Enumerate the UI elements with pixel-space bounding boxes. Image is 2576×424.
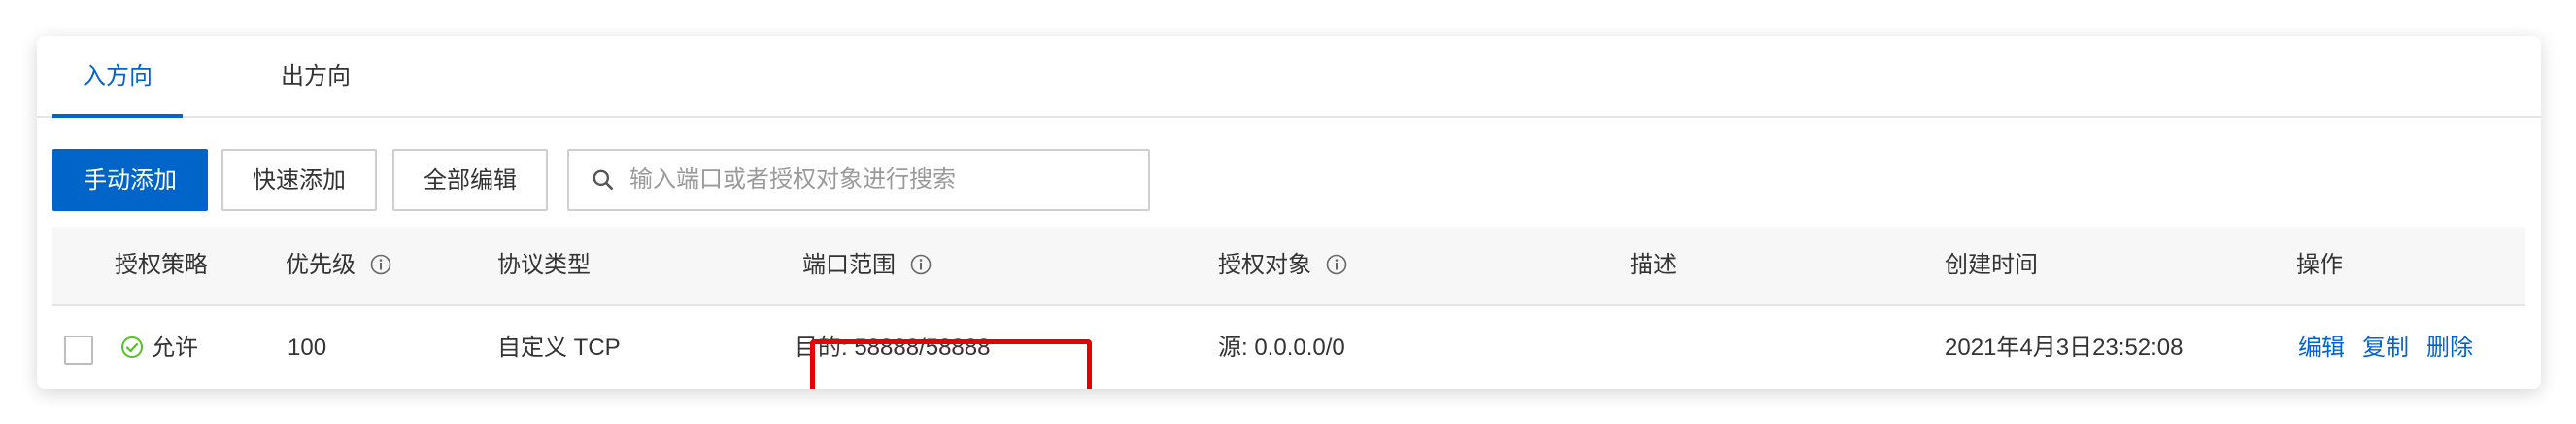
direction-tabs: 入方向 出方向 — [37, 36, 2541, 118]
column-label: 创建时间 — [1945, 252, 2038, 278]
column-label: 授权策略 — [115, 252, 208, 278]
search-box[interactable] — [567, 149, 1150, 211]
tab-inbound[interactable]: 入方向 — [52, 36, 183, 118]
tab-outbound[interactable]: 出方向 — [251, 36, 381, 118]
column-header-auth-object: 授权对象 — [1218, 227, 1347, 304]
info-icon[interactable] — [1326, 254, 1347, 275]
column-header-policy: 授权策略 — [115, 227, 208, 304]
cell-priority: 100 — [288, 335, 327, 361]
table-row: 允许 100 自定义 TCP 目的: 58888/58888 源: 0.0.0.… — [52, 306, 2525, 389]
column-label: 端口范围 — [802, 252, 896, 278]
active-tab-indicator — [52, 114, 183, 118]
cell-auth-object: 源: 0.0.0.0/0 — [1218, 335, 1345, 361]
column-label: 协议类型 — [497, 252, 591, 278]
column-header-actions: 操作 — [2296, 227, 2343, 304]
row-checkbox[interactable] — [64, 336, 93, 365]
table-header: 授权策略 优先级 协议类型 端口范围 授权对象 描述 创建时间 操作 — [52, 227, 2525, 306]
cell-policy: 允许 — [120, 306, 198, 389]
column-label: 操作 — [2296, 252, 2343, 278]
add-manual-button[interactable]: 手动添加 — [52, 149, 208, 211]
column-label: 描述 — [1630, 252, 1677, 278]
column-label: 优先级 — [286, 252, 356, 278]
info-icon[interactable] — [910, 254, 932, 275]
cell-created: 2021年4月3日23:52:08 — [1945, 335, 2184, 361]
column-label: 授权对象 — [1218, 252, 1311, 278]
search-icon — [593, 169, 613, 190]
column-header-priority: 优先级 — [286, 227, 391, 304]
edit-all-button[interactable]: 全部编辑 — [392, 149, 548, 211]
column-header-protocol: 协议类型 — [497, 227, 591, 304]
column-header-description: 描述 — [1630, 227, 1677, 304]
cell-protocol: 自定义 TCP — [497, 335, 621, 361]
edit-link[interactable]: 编辑 — [2298, 335, 2345, 361]
cell-port-range: 目的: 58888/58888 — [795, 335, 991, 361]
info-icon[interactable] — [370, 254, 391, 275]
quick-add-button[interactable]: 快速添加 — [221, 149, 377, 211]
column-header-created: 创建时间 — [1945, 227, 2038, 304]
policy-label: 允许 — [152, 335, 198, 361]
delete-link[interactable]: 删除 — [2426, 335, 2473, 361]
cell-actions: 编辑 复制 删除 — [2298, 306, 2491, 389]
search-input[interactable] — [627, 151, 1133, 209]
security-group-rules-panel: 入方向 出方向 手动添加 快速添加 全部编辑 授权策略 优先级 协议类型 — [37, 36, 2541, 389]
check-circle-icon — [121, 336, 143, 359]
copy-link[interactable]: 复制 — [2362, 335, 2409, 361]
column-header-port-range: 端口范围 — [802, 227, 932, 304]
